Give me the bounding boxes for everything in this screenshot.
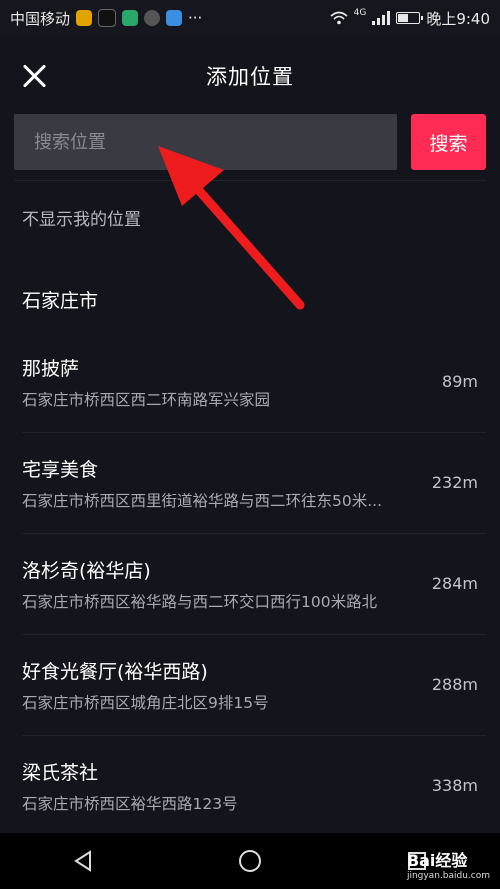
list-item[interactable]: 那披萨 石家庄市桥西区西二环南路军兴家园 89m bbox=[22, 332, 486, 433]
watermark-url: jingyan.baidu.com bbox=[406, 871, 490, 881]
place-name: 好食光餐厅(裕华西路) bbox=[22, 661, 208, 683]
app-notification-icon bbox=[144, 10, 161, 26]
place-name: 洛杉奇(裕华店) bbox=[22, 560, 151, 582]
place-name: 宅享美食 bbox=[22, 459, 99, 481]
place-address: 石家庄市桥西区西二环南路军兴家园 bbox=[22, 391, 271, 409]
place-distance: 89m bbox=[442, 372, 478, 391]
wifi-icon bbox=[330, 11, 348, 25]
status-bar-left: 中国移动 ··· bbox=[10, 8, 202, 29]
app-notification-icon bbox=[122, 10, 139, 26]
more-notifications-label: ··· bbox=[188, 9, 203, 27]
status-bar: 中国移动 ··· 4G 晚上9:40 bbox=[0, 0, 500, 36]
close-icon[interactable] bbox=[22, 64, 46, 88]
place-distance: 284m bbox=[431, 574, 478, 593]
send-notification-icon bbox=[166, 10, 183, 26]
city-option[interactable]: 石家庄市 bbox=[22, 286, 98, 313]
search-input[interactable] bbox=[14, 114, 397, 170]
search-bar: 搜索 bbox=[14, 114, 486, 170]
places-list: 那披萨 石家庄市桥西区西二环南路军兴家园 89m 宅享美食 石家庄市桥西区西里街… bbox=[0, 332, 500, 837]
place-name: 那披萨 bbox=[22, 358, 80, 380]
status-bar-right: 4G 晚上9:40 bbox=[330, 8, 490, 29]
divider bbox=[14, 180, 486, 181]
place-address: 石家庄市桥西区裕华路与西二环交口西行100米路北 bbox=[22, 593, 378, 611]
network-type-label: 4G bbox=[353, 7, 367, 18]
place-distance: 232m bbox=[431, 473, 478, 492]
place-distance: 288m bbox=[431, 675, 478, 694]
place-address: 石家庄市桥西区城角庄北区9排15号 bbox=[22, 694, 269, 712]
list-item[interactable]: 好食光餐厅(裕华西路) 石家庄市桥西区城角庄北区9排15号 288m bbox=[22, 635, 486, 736]
home-icon[interactable] bbox=[230, 841, 270, 881]
watermark-brand: Bai经验 bbox=[406, 851, 468, 870]
clock-label: 晚上9:40 bbox=[426, 9, 490, 28]
search-button[interactable]: 搜索 bbox=[411, 114, 486, 170]
place-address: 石家庄市桥西区西里街道裕华路与西二环往东50米... bbox=[22, 492, 383, 510]
hide-my-location-option[interactable]: 不显示我的位置 bbox=[22, 205, 141, 230]
signal-icon bbox=[372, 11, 391, 25]
place-distance: 338m bbox=[431, 776, 478, 795]
page-title: 添加位置 bbox=[206, 65, 294, 89]
list-item[interactable]: 洛杉奇(裕华店) 石家庄市桥西区裕华路与西二环交口西行100米路北 284m bbox=[22, 534, 486, 635]
place-address: 石家庄市桥西区裕华西路123号 bbox=[22, 795, 238, 813]
watermark-logo: Bai经验 jingyan.baidu.com bbox=[407, 847, 490, 881]
page-header: 添加位置 bbox=[0, 36, 500, 116]
place-name: 梁氏茶社 bbox=[22, 762, 99, 784]
tiktok-notification-icon bbox=[98, 9, 117, 27]
list-item[interactable]: 梁氏茶社 石家庄市桥西区裕华西路123号 338m bbox=[22, 736, 486, 837]
list-item[interactable]: 宅享美食 石家庄市桥西区西里街道裕华路与西二环往东50米... 232m bbox=[22, 433, 486, 534]
carrier-label: 中国移动 bbox=[10, 9, 71, 28]
back-icon[interactable] bbox=[63, 841, 103, 881]
app-notification-icon bbox=[76, 10, 93, 26]
battery-icon bbox=[396, 12, 424, 24]
